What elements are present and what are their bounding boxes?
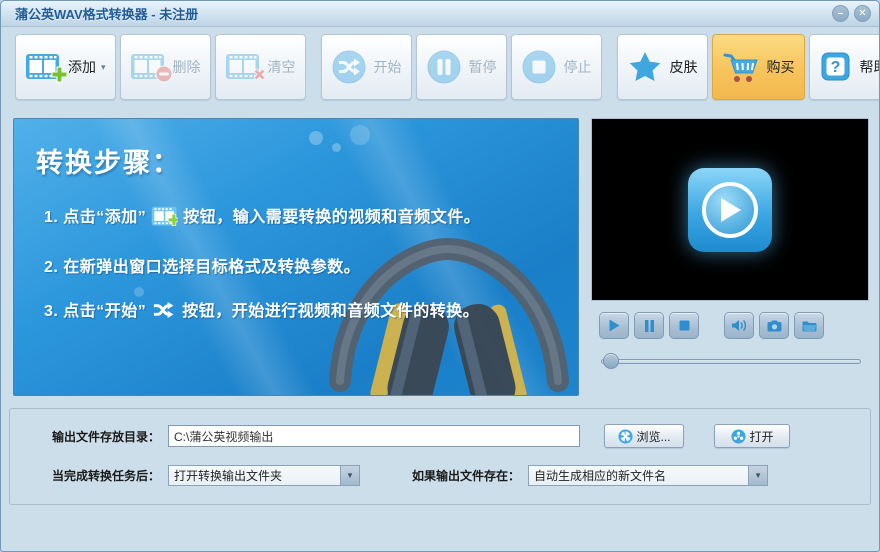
bubble-decoration xyxy=(332,143,341,152)
add-button[interactable]: 添加 ▾ xyxy=(15,34,116,100)
step-1-text: 按钮，输入需要转换的视频和音频文件。 xyxy=(183,203,480,227)
pause-button[interactable] xyxy=(634,312,664,339)
film-add-icon xyxy=(25,52,61,82)
play-icon xyxy=(702,182,758,238)
pause-button[interactable]: 暂停 xyxy=(416,34,507,100)
start-label: 开始 xyxy=(374,57,402,77)
player-panel xyxy=(591,118,869,396)
aperture-icon xyxy=(618,429,633,444)
chevron-down-icon: ▼ xyxy=(748,466,767,485)
pause-circle-icon xyxy=(426,49,462,85)
folder-icon xyxy=(802,320,817,332)
stop-button[interactable] xyxy=(669,312,699,339)
shuffle-circle-icon xyxy=(331,49,367,85)
delete-label: 删除 xyxy=(173,57,201,77)
svg-text:?: ? xyxy=(830,59,840,76)
close-button[interactable]: ✕ xyxy=(854,5,871,22)
seek-bar xyxy=(601,353,861,369)
snapshot-button[interactable] xyxy=(759,312,789,339)
folder-button[interactable] xyxy=(794,312,824,339)
step-3-text: 按钮，开始进行视频和音频文件的转换。 xyxy=(182,297,479,321)
titlebar[interactable]: 蒲公英WAV格式转换器 - 未注册 – ✕ xyxy=(1,1,879,27)
shuffle-icon xyxy=(151,299,177,321)
buy-label: 购买 xyxy=(767,57,795,77)
volume-icon xyxy=(732,319,747,332)
output-dir-row: 输出文件存放目录： 浏览... 打开 xyxy=(10,424,870,448)
chevron-down-icon: ▼ xyxy=(340,466,359,485)
step-2-text: 2. 在新弹出窗口选择目标格式及转换参数。 xyxy=(44,253,360,277)
stop-circle-icon xyxy=(521,49,557,85)
conversion-steps-panel: 转换步骤： 1. 点击“添加” 按钮，输入需要转换的视频和音频文件。 2. 在新… xyxy=(13,118,579,396)
step-2: 2. 在新弹出窗口选择目标格式及转换参数。 xyxy=(44,253,360,277)
steps-heading: 转换步骤： xyxy=(36,141,181,180)
app-window: 蒲公英WAV格式转换器 - 未注册 – ✕ 添加 ▾ 删除 xyxy=(0,0,880,552)
file-exists-value: 自动生成相应的新文件名 xyxy=(529,467,748,484)
conversion-options-row: 当完成转换任务后： 打开转换输出文件夹 ▼ 如果输出文件存在： 自动生成相应的新… xyxy=(10,465,870,486)
minus-badge-icon xyxy=(155,65,173,88)
pause-label: 暂停 xyxy=(469,57,497,77)
window-controls: – ✕ xyxy=(832,5,871,22)
seek-handle[interactable] xyxy=(603,353,619,369)
star-icon xyxy=(627,50,663,84)
after-task-dropdown[interactable]: 打开转换输出文件夹 ▼ xyxy=(168,465,360,486)
help-icon: ? xyxy=(819,50,853,84)
pause-icon xyxy=(644,320,655,332)
toolbar: 添加 ▾ 删除 清空 开始 xyxy=(1,27,879,107)
file-exists-dropdown[interactable]: 自动生成相应的新文件名 ▼ xyxy=(528,465,768,486)
help-button[interactable]: ? 帮助 ▾ xyxy=(809,34,880,100)
bubble-decoration xyxy=(134,287,144,297)
play-button[interactable] xyxy=(599,312,629,339)
x-badge-icon xyxy=(251,66,268,88)
bubble-decoration xyxy=(350,125,370,145)
output-settings-box: 输出文件存放目录： 浏览... 打开 当完成转换任务后： 打开转换输出文件夹 ▼… xyxy=(9,408,871,505)
add-label: 添加 xyxy=(68,57,96,77)
browse-button[interactable]: 浏览... xyxy=(604,424,684,448)
cart-icon xyxy=(722,50,760,84)
snapshot-icon xyxy=(767,320,782,332)
volume-button[interactable] xyxy=(724,312,754,339)
step-3: 3. 点击“开始” 按钮，开始进行视频和音频文件的转换。 xyxy=(44,297,479,321)
player-controls xyxy=(591,312,869,339)
delete-button[interactable]: 删除 xyxy=(120,34,211,100)
window-title: 蒲公英WAV格式转换器 - 未注册 xyxy=(15,4,198,23)
after-task-value: 打开转换输出文件夹 xyxy=(169,467,340,484)
file-exists-label: 如果输出文件存在： xyxy=(412,467,520,484)
big-play-button[interactable] xyxy=(688,168,772,252)
skin-label: 皮肤 xyxy=(670,57,698,77)
start-button[interactable]: 开始 xyxy=(321,34,412,100)
film-add-icon xyxy=(151,205,178,228)
video-preview xyxy=(591,118,869,301)
seek-track[interactable] xyxy=(601,359,861,364)
output-dir-input[interactable] xyxy=(168,425,580,447)
step-1: 1. 点击“添加” 按钮，输入需要转换的视频和音频文件。 xyxy=(44,203,480,227)
step-1-text: 1. 点击“添加” xyxy=(44,203,146,227)
stop-label: 停止 xyxy=(564,57,592,77)
stop-icon xyxy=(679,320,690,331)
film-clear-icon xyxy=(225,52,261,82)
play-icon xyxy=(608,319,620,332)
minimize-button[interactable]: – xyxy=(832,5,849,22)
film-remove-icon xyxy=(130,52,166,82)
chevron-down-icon: ▾ xyxy=(101,62,106,73)
output-dir-label: 输出文件存放目录： xyxy=(52,428,160,445)
skin-button[interactable]: 皮肤 xyxy=(617,34,708,100)
after-task-label: 当完成转换任务后： xyxy=(52,467,160,484)
stop-button[interactable]: 停止 xyxy=(511,34,602,100)
buy-button[interactable]: 购买 xyxy=(712,34,805,100)
help-label: 帮助 xyxy=(860,57,880,77)
plus-badge-icon xyxy=(51,66,68,88)
film-reel-icon xyxy=(731,429,746,444)
clear-button[interactable]: 清空 xyxy=(215,34,306,100)
open-label: 打开 xyxy=(750,428,774,445)
open-button[interactable]: 打开 xyxy=(714,424,790,448)
browse-label: 浏览... xyxy=(637,428,671,445)
step-3-text: 3. 点击“开始” xyxy=(44,297,146,321)
clear-label: 清空 xyxy=(268,57,296,77)
bubble-decoration xyxy=(309,131,323,145)
main-area: 转换步骤： 1. 点击“添加” 按钮，输入需要转换的视频和音频文件。 2. 在新… xyxy=(13,118,867,396)
